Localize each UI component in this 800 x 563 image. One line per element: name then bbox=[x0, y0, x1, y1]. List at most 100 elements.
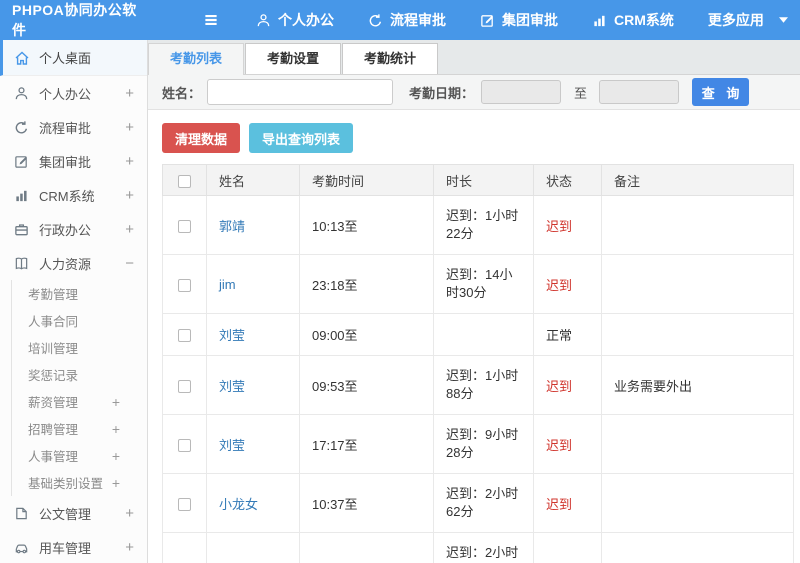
expand-plus-icon[interactable]: + bbox=[109, 421, 123, 437]
sidebar-subitem-reward-records[interactable]: 奖惩记录 bbox=[12, 361, 147, 388]
sidebar-item-label: 公文管理 bbox=[39, 506, 92, 522]
nav-label: CRM系统 bbox=[614, 12, 674, 28]
status-badge: 迟到 bbox=[546, 437, 573, 453]
row-checkbox[interactable] bbox=[178, 379, 191, 393]
sidebar-item-label: 人力资源 bbox=[39, 256, 92, 272]
sidebar-item-vehicle-mgmt[interactable]: 用车管理 + bbox=[0, 530, 147, 563]
employee-name-link[interactable]: jim bbox=[219, 277, 236, 292]
attendance-table: 姓名 考勤时间 时长 状态 备注 郭靖 10:13至 迟到：1小时22分 迟到 bbox=[162, 164, 794, 563]
nav-process-approval[interactable]: 流程审批 bbox=[368, 10, 446, 30]
sidebar-item-group-approval[interactable]: 集团审批 + bbox=[0, 144, 147, 178]
export-list-button[interactable]: 导出查询列表 bbox=[249, 123, 354, 153]
table-row: 刘莹 09:00至 正常 bbox=[162, 313, 794, 356]
status-badge: 迟到 bbox=[546, 378, 573, 394]
date-to-input[interactable] bbox=[599, 80, 680, 104]
sidebar-item-hr[interactable]: 人力资源 − bbox=[0, 246, 147, 280]
sidebar-subitem-training-mgmt[interactable]: 培训管理 bbox=[12, 334, 147, 361]
sidebar-item-label: 个人桌面 bbox=[39, 51, 92, 66]
edit-square-icon bbox=[13, 153, 30, 170]
name-filter-input[interactable] bbox=[207, 79, 394, 105]
sidebar-item-label: 个人办公 bbox=[39, 86, 92, 102]
sidebar-item-label: 用车管理 bbox=[39, 540, 92, 556]
expand-plus-icon[interactable]: + bbox=[122, 505, 137, 522]
employee-name-link[interactable]: 小龙女 bbox=[219, 497, 258, 512]
note-cell bbox=[601, 254, 794, 314]
sidebar-item-desktop[interactable]: 个人桌面 bbox=[0, 40, 147, 76]
search-button[interactable]: 查 询 bbox=[692, 78, 750, 106]
expand-plus-icon[interactable]: + bbox=[122, 119, 137, 136]
expand-plus-icon[interactable]: + bbox=[109, 448, 123, 464]
content-area: 清理数据 导出查询列表 姓名 考勤时间 时长 状态 备注 郭靖 10:13至 迟… bbox=[148, 110, 800, 563]
collapse-minus-icon[interactable]: − bbox=[122, 255, 137, 272]
nav-group-approval[interactable]: 集团审批 bbox=[480, 10, 558, 30]
sidebar-item-process-approval[interactable]: 流程审批 + bbox=[0, 110, 147, 144]
sidebar-item-admin-office[interactable]: 行政办公 + bbox=[0, 212, 147, 246]
nav-crm[interactable]: CRM系统 bbox=[592, 10, 674, 30]
sidebar-subitem-salary-mgmt[interactable]: 薪资管理 + bbox=[12, 388, 147, 415]
sidebar-subitem-base-category[interactable]: 基础类别设置 + bbox=[12, 469, 147, 496]
table-row: jim 23:18至 迟到：14小时30分 迟到 bbox=[162, 254, 794, 314]
nav-more-apps[interactable]: 更多应用 bbox=[708, 10, 788, 30]
date-filter-label: 考勤日期： bbox=[409, 85, 475, 101]
sidebar: 个人桌面 个人办公 + 流程审批 + 集团审批 + CRM系统 + 行政办公 + bbox=[0, 40, 148, 563]
sidebar-subitem-attendance-mgmt[interactable]: 考勤管理 bbox=[12, 280, 147, 307]
note-cell bbox=[601, 195, 794, 255]
tab-attendance-list[interactable]: 考勤列表 bbox=[148, 43, 245, 75]
expand-plus-icon[interactable]: + bbox=[109, 394, 123, 410]
expand-plus-icon[interactable]: + bbox=[109, 475, 123, 491]
row-checkbox[interactable] bbox=[178, 497, 191, 511]
tab-attendance-stats[interactable]: 考勤统计 bbox=[342, 43, 439, 74]
attendance-time: 09:00至 bbox=[299, 313, 434, 356]
nav-personal-office[interactable]: 个人办公 bbox=[256, 10, 334, 30]
home-icon bbox=[13, 49, 30, 66]
date-to-label: 至 bbox=[574, 85, 588, 101]
header-status: 状态 bbox=[533, 164, 602, 196]
sidebar-item-label: 集团审批 bbox=[39, 154, 92, 170]
row-checkbox[interactable] bbox=[178, 438, 191, 452]
expand-plus-icon[interactable]: + bbox=[122, 85, 137, 102]
row-checkbox[interactable] bbox=[178, 278, 191, 292]
sidebar-item-label: 行政办公 bbox=[39, 222, 92, 238]
expand-plus-icon[interactable]: + bbox=[122, 153, 137, 170]
date-from-input[interactable] bbox=[481, 80, 562, 104]
sidebar-subitem-label: 薪资管理 bbox=[28, 396, 79, 410]
table-row: 郭靖 10:13至 迟到：1小时22分 迟到 bbox=[162, 195, 794, 255]
sidebar-subitem-label: 培训管理 bbox=[28, 342, 79, 356]
duration-cell bbox=[433, 313, 534, 356]
sidebar-subitem-label: 人事合同 bbox=[28, 315, 79, 329]
attendance-time: 10:37至 bbox=[299, 473, 434, 533]
expand-plus-icon[interactable]: + bbox=[122, 539, 137, 556]
table-row: 刘莹 17:17至 迟到：9小时28分 迟到 bbox=[162, 414, 794, 474]
hamburger-menu-icon[interactable] bbox=[200, 9, 222, 31]
sidebar-item-personal-office[interactable]: 个人办公 + bbox=[0, 76, 147, 110]
duration-cell: 迟到：9小时28分 bbox=[433, 414, 534, 474]
process-icon bbox=[13, 119, 30, 136]
employee-name-link[interactable]: 刘莹 bbox=[219, 379, 245, 394]
app-title: PHPOA协同办公软件 bbox=[12, 2, 137, 38]
employee-name-link[interactable]: 刘莹 bbox=[219, 438, 245, 453]
sidebar-subitem-personnel-mgmt[interactable]: 人事管理 + bbox=[12, 442, 147, 469]
sidebar-subitem-hr-contract[interactable]: 人事合同 bbox=[12, 307, 147, 334]
table-row: 刘莹 09:53至 迟到：1小时88分 迟到 业务需要外出 bbox=[162, 355, 794, 415]
nav-label: 流程审批 bbox=[390, 12, 446, 28]
select-all-checkbox[interactable] bbox=[178, 174, 191, 188]
employee-name-link[interactable]: 郭靖 bbox=[219, 219, 245, 234]
clean-data-button[interactable]: 清理数据 bbox=[162, 123, 241, 153]
note-cell bbox=[601, 313, 794, 356]
status-badge: 迟到 bbox=[546, 496, 573, 512]
attendance-time: 23:18至 bbox=[299, 254, 434, 314]
expand-plus-icon[interactable]: + bbox=[122, 187, 137, 204]
row-checkbox[interactable] bbox=[178, 329, 191, 343]
row-checkbox[interactable] bbox=[178, 219, 191, 233]
briefcase-icon bbox=[13, 221, 30, 238]
sidebar-subitem-recruit-mgmt[interactable]: 招聘管理 + bbox=[12, 415, 147, 442]
book-icon bbox=[13, 255, 30, 272]
sidebar-subitem-label: 招聘管理 bbox=[28, 423, 79, 437]
tab-attendance-settings[interactable]: 考勤设置 bbox=[245, 43, 342, 74]
sidebar-item-crm[interactable]: CRM系统 + bbox=[0, 178, 147, 212]
sidebar-item-document-mgmt[interactable]: 公文管理 + bbox=[0, 496, 147, 530]
expand-plus-icon[interactable]: + bbox=[122, 221, 137, 238]
tab-bar: 考勤列表 考勤设置 考勤统计 bbox=[148, 40, 800, 75]
top-bar: PHPOA协同办公软件 个人办公 流程审批 集团审批 CRM系统 更多应用 bbox=[0, 0, 800, 40]
employee-name-link[interactable]: 刘莹 bbox=[219, 328, 245, 343]
